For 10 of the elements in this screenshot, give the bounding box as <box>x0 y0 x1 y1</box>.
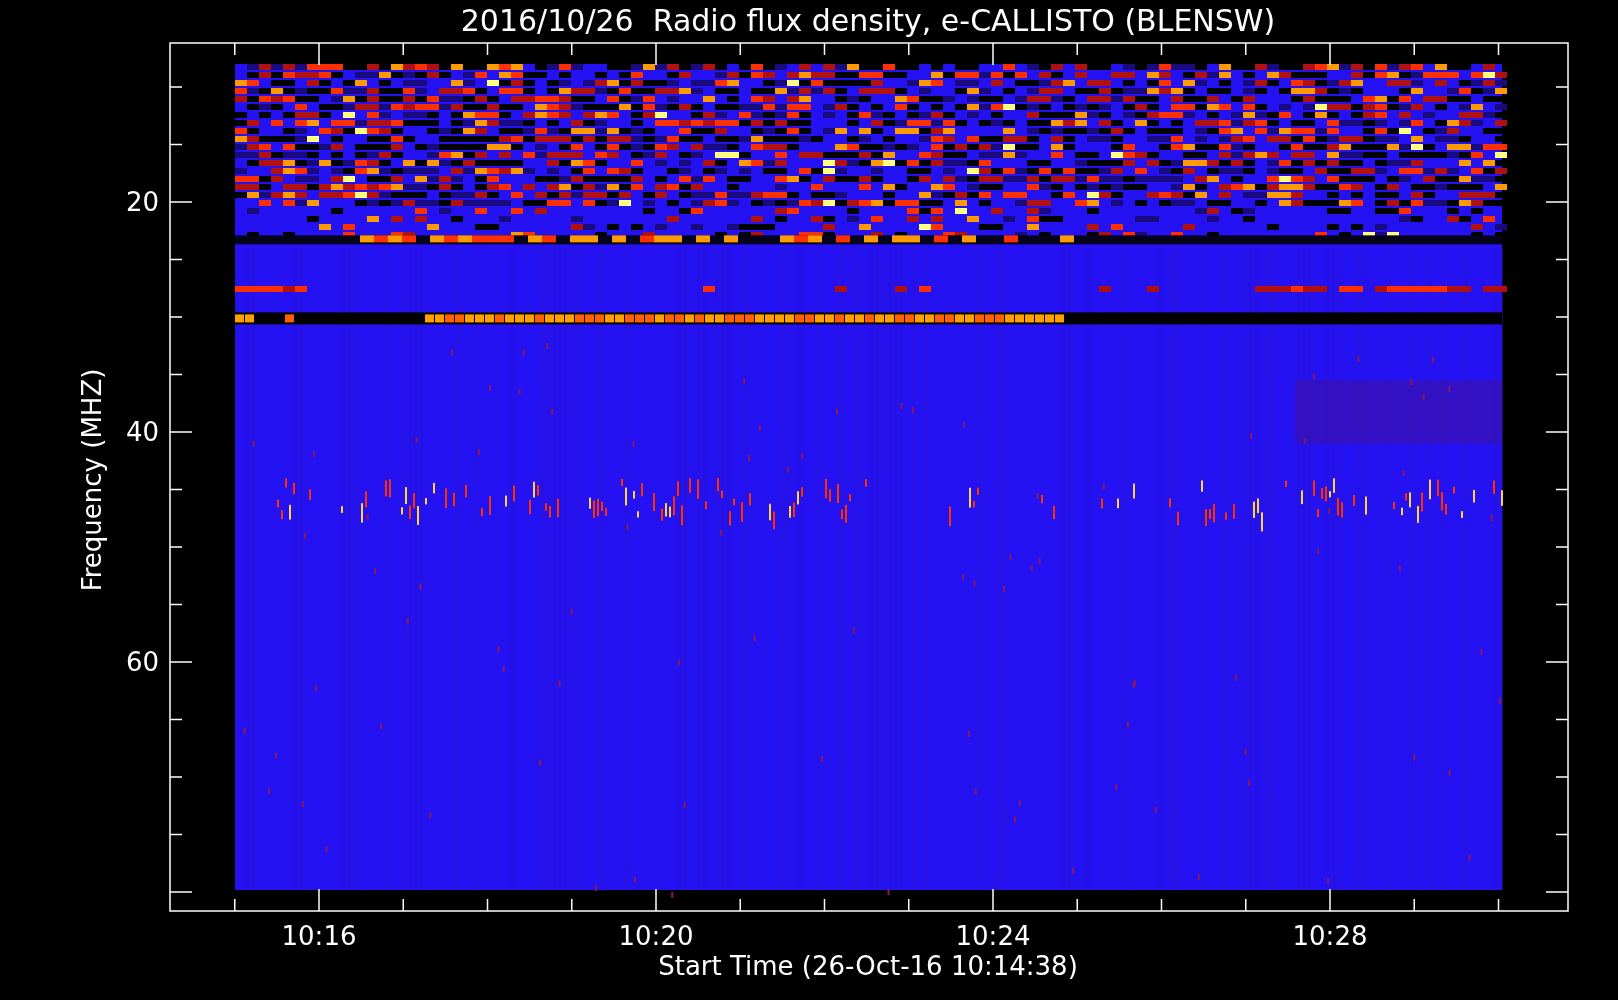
y-axis-label: Frequency (MHZ) <box>77 368 107 592</box>
x-tick-label: 10:28 <box>1292 921 1368 951</box>
y-tick-label: 40 <box>125 417 159 447</box>
y-tick-label: 20 <box>125 187 159 217</box>
x-tick-label: 10:24 <box>955 921 1031 951</box>
x-axis-label: Start Time (26-Oct-16 10:14:38) <box>658 951 1078 981</box>
x-tick-label: 10:16 <box>281 921 357 951</box>
y-tick-label: 60 <box>125 647 159 677</box>
x-tick-label: 10:20 <box>618 921 694 951</box>
chart-title: 2016/10/26 Radio flux density, e-CALLISTO (BLENSW) <box>460 3 1276 38</box>
